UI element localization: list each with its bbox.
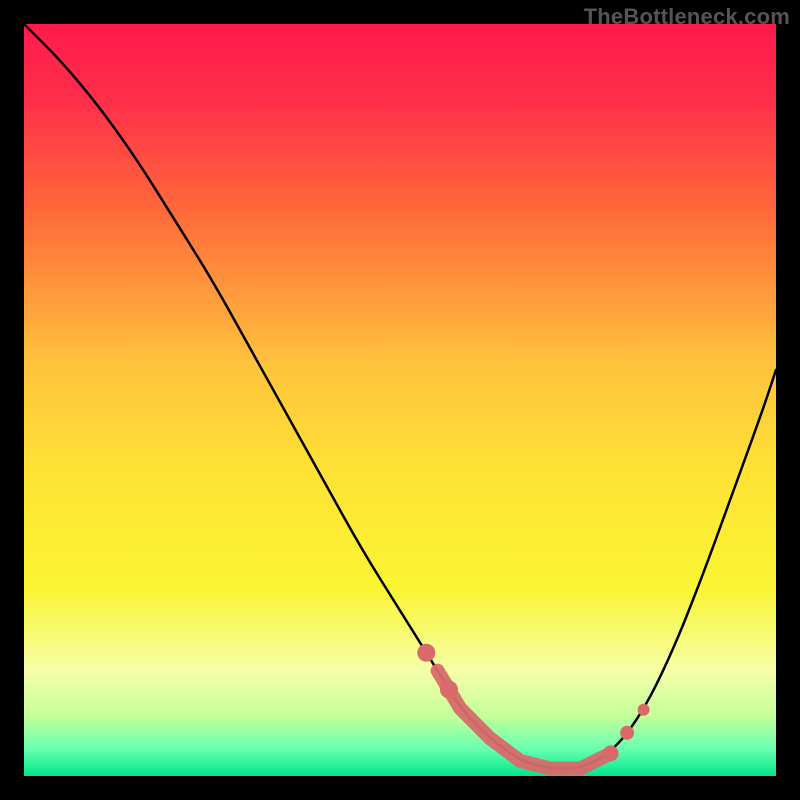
plot-svg: [24, 24, 776, 776]
watermark-text: TheBottleneck.com: [584, 4, 790, 30]
bottleneck-plot: [24, 24, 776, 776]
chart-stage: TheBottleneck.com: [0, 0, 800, 800]
